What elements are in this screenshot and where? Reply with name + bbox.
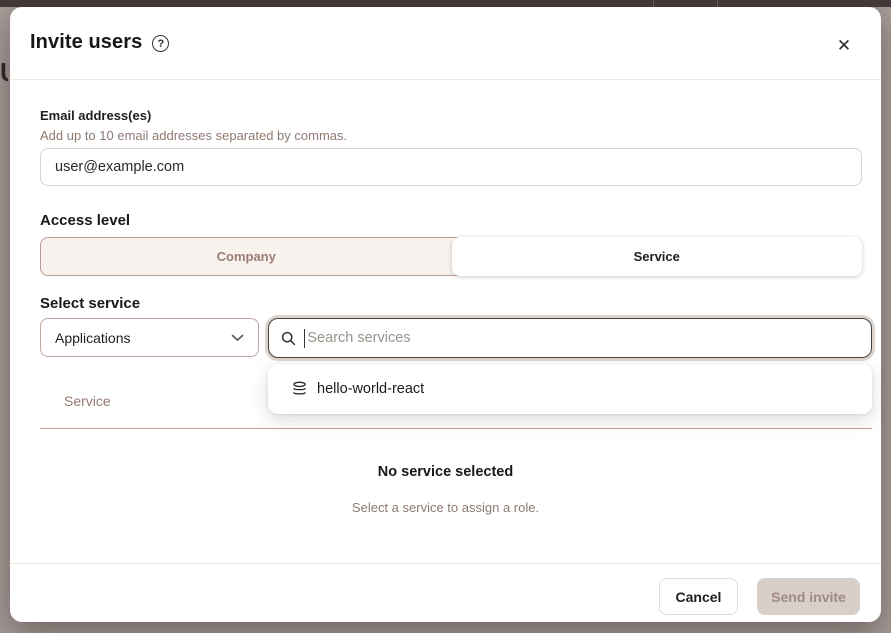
help-icon[interactable]: ? xyxy=(152,35,169,52)
search-result-hello-world-react[interactable]: hello-world-react xyxy=(268,364,872,414)
dialog-title: Invite users xyxy=(30,31,142,54)
footer-divider xyxy=(10,563,881,564)
email-label: Email address(es) xyxy=(40,108,151,123)
search-icon xyxy=(281,331,296,346)
email-field[interactable] xyxy=(40,148,862,186)
service-category-dropdown[interactable]: Applications xyxy=(40,318,259,357)
access-level-toggle: Company Service xyxy=(40,237,862,276)
service-category-value: Applications xyxy=(55,330,131,346)
search-results-panel: hello-world-react xyxy=(268,364,872,414)
service-search-box xyxy=(268,318,872,358)
search-input[interactable] xyxy=(307,330,859,346)
stack-icon xyxy=(292,381,307,397)
text-caret xyxy=(304,329,305,348)
table-divider xyxy=(40,428,872,429)
select-service-label: Select service xyxy=(40,295,140,312)
invite-users-dialog: Invite users ? ✕ Email address(es) Add u… xyxy=(10,7,881,622)
cancel-button[interactable]: Cancel xyxy=(659,578,738,615)
access-level-label: Access level xyxy=(40,212,130,229)
close-icon[interactable]: ✕ xyxy=(833,35,855,57)
topbar-separator xyxy=(717,0,718,7)
service-table-header: Service xyxy=(64,393,111,409)
access-level-option-service[interactable]: Service xyxy=(452,237,863,276)
empty-state-subtitle: Select a service to assign a role. xyxy=(10,500,881,515)
topbar-separator xyxy=(653,0,654,7)
access-level-option-company[interactable]: Company xyxy=(41,238,452,275)
email-helper-text: Add up to 10 email addresses separated b… xyxy=(40,128,347,143)
background-topbar xyxy=(0,0,891,7)
dialog-header: Invite users ? ✕ xyxy=(10,7,881,80)
search-result-label: hello-world-react xyxy=(317,381,424,397)
background-page-fragment: U xyxy=(0,57,8,89)
send-invite-button[interactable]: Send invite xyxy=(757,578,860,615)
chevron-down-icon xyxy=(231,334,244,342)
empty-state-title: No service selected xyxy=(10,464,881,480)
